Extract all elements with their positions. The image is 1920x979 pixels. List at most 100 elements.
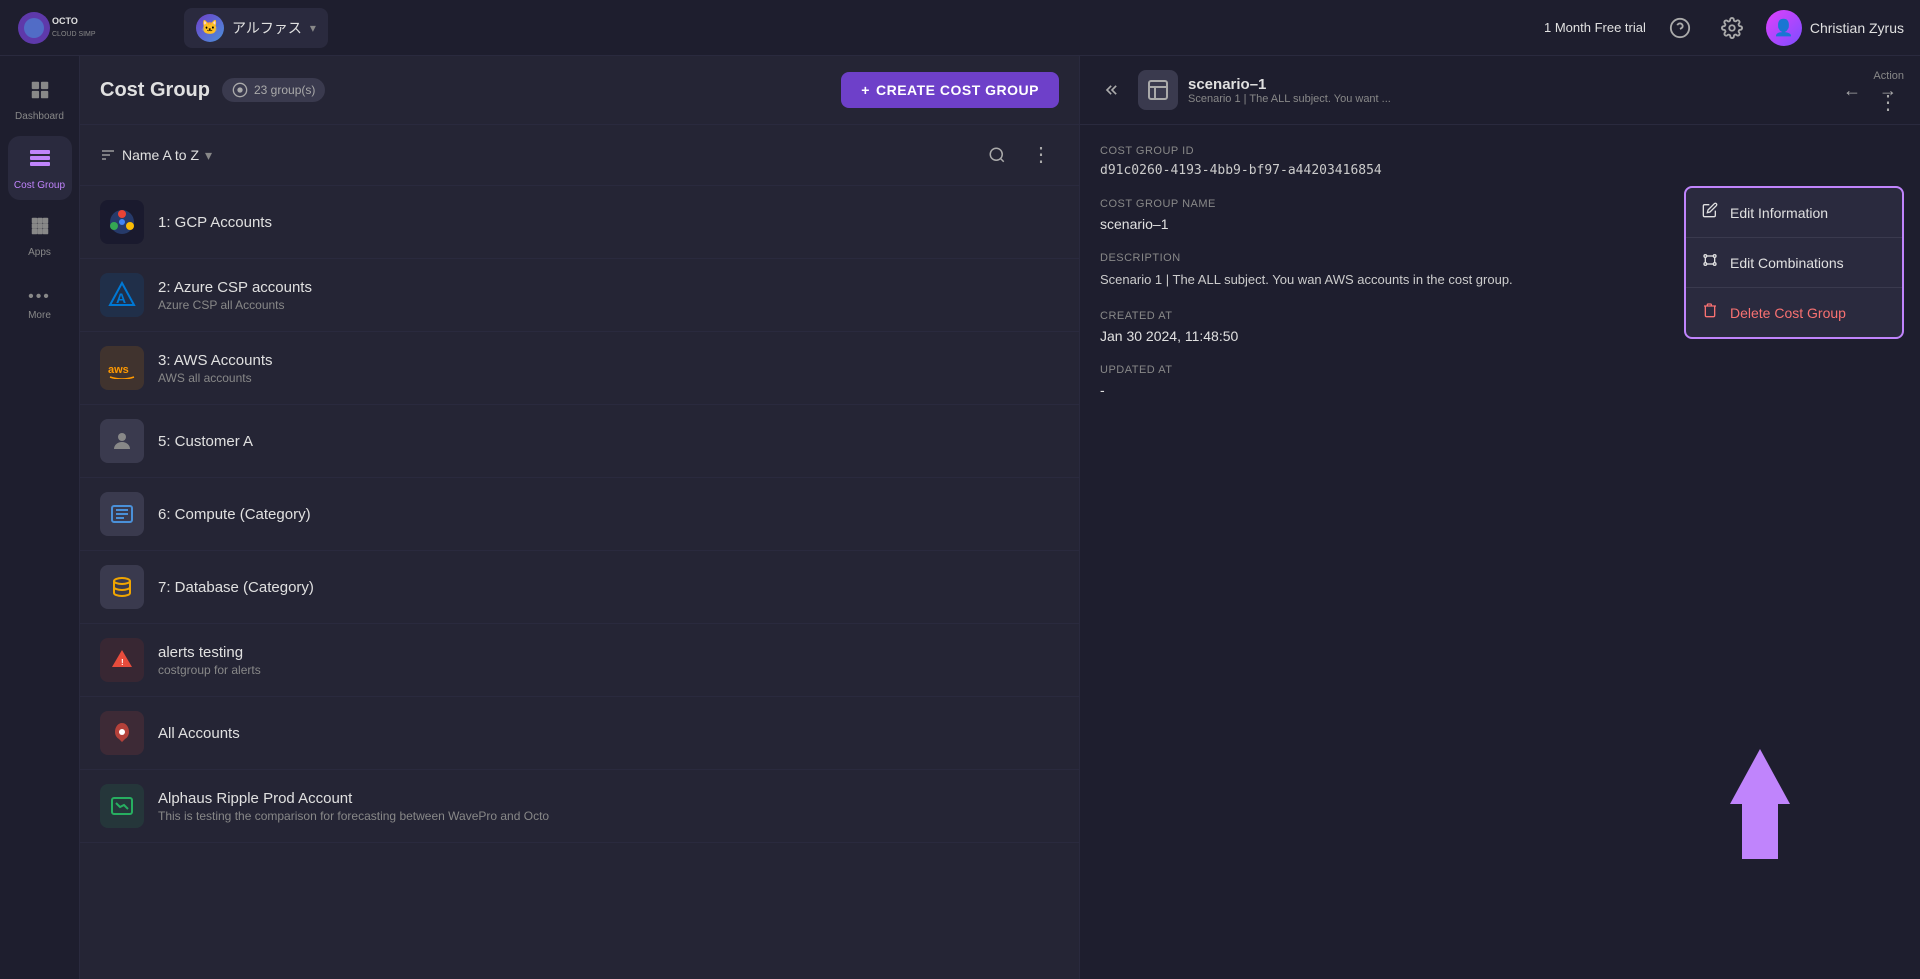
group-count-text: 23 group(s): [254, 83, 315, 97]
group-count-badge: 23 group(s): [222, 78, 325, 102]
list-item[interactable]: 1: GCP Accounts: [80, 186, 1079, 259]
action-dropdown-menu: Edit Information Edit Combinations: [1684, 186, 1904, 339]
help-icon[interactable]: [1662, 10, 1698, 46]
list-item[interactable]: A 2: Azure CSP accounts Azure CSP all Ac…: [80, 259, 1079, 332]
three-dots-button[interactable]: ⋮: [1872, 86, 1904, 118]
scenario-name: scenario–1: [1188, 76, 1826, 93]
trash-icon: [1702, 302, 1718, 323]
item-name: 5: Customer A: [158, 433, 1059, 450]
center-panel: Cost Group 23 group(s) + CREATE COST GRO…: [80, 56, 1080, 979]
sort-label: Name A to Z: [122, 147, 199, 163]
more-icon: •••: [28, 288, 51, 306]
logo-area: OCTO CLOUD SIMPLIFIED: [16, 10, 176, 46]
list-item[interactable]: ! alerts testing costgroup for alerts: [80, 624, 1079, 697]
workspace-avatar: 🐱: [196, 14, 224, 42]
item-info: alerts testing costgroup for alerts: [158, 644, 1059, 677]
item-name: All Accounts: [158, 725, 1059, 742]
cost-group-list: 1: GCP Accounts A 2: Azure CSP accounts …: [80, 186, 1079, 979]
cost-group-id-label: Cost Group ID: [1100, 145, 1900, 157]
group-count-icon: [232, 82, 248, 98]
edit-combinations-label: Edit Combinations: [1730, 255, 1844, 271]
edit-information-item[interactable]: Edit Information: [1686, 188, 1902, 238]
action-label: Action: [1873, 70, 1904, 82]
sort-selector[interactable]: Name A to Z ▾: [100, 147, 212, 164]
svg-text:A: A: [116, 290, 126, 306]
item-info: 3: AWS Accounts AWS all accounts: [158, 352, 1059, 385]
cost-group-id-section: Cost Group ID d91c0260-4193-4bb9-bf97-a4…: [1100, 145, 1900, 178]
more-options-button[interactable]: ⋮: [1023, 137, 1059, 173]
sidebar-label-cost-group: Cost Group: [14, 180, 65, 191]
main-layout: Dashboard Cost Group: [0, 56, 1920, 979]
item-info: 6: Compute (Category): [158, 506, 1059, 523]
nav-right-area: 1 Month Free trial 👤 Christian Zyrus: [1544, 10, 1904, 46]
sidebar: Dashboard Cost Group: [0, 56, 80, 979]
sort-chevron-icon: ▾: [205, 147, 212, 164]
svg-text:aws: aws: [108, 364, 129, 376]
item-icon-alerts: !: [100, 638, 144, 682]
list-item[interactable]: All Accounts: [80, 697, 1079, 770]
sidebar-label-apps: Apps: [28, 247, 51, 258]
delete-cost-group-item[interactable]: Delete Cost Group: [1686, 288, 1902, 337]
sidebar-item-cost-group[interactable]: Cost Group: [8, 136, 72, 200]
item-info: 1: GCP Accounts: [158, 214, 1059, 231]
list-item[interactable]: 6: Compute (Category): [80, 478, 1079, 551]
item-name: alerts testing: [158, 644, 1059, 661]
list-item[interactable]: Alphaus Ripple Prod Account This is test…: [80, 770, 1079, 843]
item-sub: This is testing the comparison for forec…: [158, 809, 1059, 823]
item-icon-compute: [100, 492, 144, 536]
updated-at-label: Updated At: [1100, 364, 1900, 376]
prev-arrow-button[interactable]: ←: [1836, 74, 1868, 106]
settings-icon[interactable]: [1714, 10, 1750, 46]
edit-combinations-item[interactable]: Edit Combinations: [1686, 238, 1902, 288]
page-title: Cost Group: [100, 79, 210, 102]
top-navigation: OCTO CLOUD SIMPLIFIED 🐱 アルファス ▾ 1 Month …: [0, 0, 1920, 56]
item-name: 3: AWS Accounts: [158, 352, 1059, 369]
create-cost-group-button[interactable]: + CREATE COST GROUP: [841, 72, 1059, 108]
sidebar-item-dashboard[interactable]: Dashboard: [8, 68, 72, 132]
item-icon-customer: [100, 419, 144, 463]
collapse-button[interactable]: [1096, 74, 1128, 106]
cost-group-icon: [28, 146, 52, 176]
updated-at-value: -: [1100, 382, 1900, 398]
scenario-info: scenario–1 Scenario 1 | The ALL subject.…: [1188, 76, 1826, 105]
search-icon: [988, 146, 1006, 164]
scenario-icon: [1138, 70, 1178, 110]
item-icon-all-accounts: [100, 711, 144, 755]
list-toolbar: Name A to Z ▾ ⋮: [80, 125, 1079, 186]
sidebar-label-more: More: [28, 310, 51, 321]
item-sub: AWS all accounts: [158, 371, 1059, 385]
create-btn-label: CREATE COST GROUP: [876, 82, 1039, 98]
list-item[interactable]: aws 3: AWS Accounts AWS all accounts: [80, 332, 1079, 405]
user-area[interactable]: 👤 Christian Zyrus: [1766, 10, 1904, 46]
dashboard-icon: [29, 79, 51, 107]
item-sub: costgroup for alerts: [158, 663, 1059, 677]
chevron-down-icon: ▾: [310, 21, 316, 35]
right-panel-header: scenario–1 Scenario 1 | The ALL subject.…: [1080, 56, 1920, 125]
edit-information-label: Edit Information: [1730, 205, 1828, 221]
arrow-indicator: [1730, 749, 1790, 859]
svg-text:OCTO: OCTO: [52, 16, 78, 26]
action-section: Action ⋮: [1872, 70, 1904, 118]
cost-group-id-value: d91c0260-4193-4bb9-bf97-a44203416854: [1100, 163, 1900, 178]
item-name: 6: Compute (Category): [158, 506, 1059, 523]
apps-icon: [29, 215, 51, 243]
item-icon-azure: A: [100, 273, 144, 317]
item-info: All Accounts: [158, 725, 1059, 742]
trial-badge: 1 Month Free trial: [1544, 20, 1646, 35]
sidebar-item-apps[interactable]: Apps: [8, 204, 72, 268]
combinations-icon: [1702, 252, 1718, 273]
search-button[interactable]: [979, 137, 1015, 173]
workspace-selector[interactable]: 🐱 アルファス ▾: [184, 8, 328, 48]
list-item[interactable]: 7: Database (Category): [80, 551, 1079, 624]
edit-icon: [1702, 202, 1718, 223]
svg-text:CLOUD SIMPLIFIED: CLOUD SIMPLIFIED: [52, 31, 96, 38]
item-icon-database: [100, 565, 144, 609]
item-icon-gcp: [100, 200, 144, 244]
sidebar-item-more[interactable]: ••• More: [8, 272, 72, 336]
sort-icon: [100, 147, 116, 163]
workspace-name: アルファス: [232, 18, 302, 38]
octo-logo: OCTO CLOUD SIMPLIFIED: [16, 10, 96, 46]
vertical-dots-icon: ⋮: [1878, 90, 1898, 115]
scenario-description: Scenario 1 | The ALL subject. You want .…: [1188, 93, 1826, 105]
list-item[interactable]: 5: Customer A: [80, 405, 1079, 478]
